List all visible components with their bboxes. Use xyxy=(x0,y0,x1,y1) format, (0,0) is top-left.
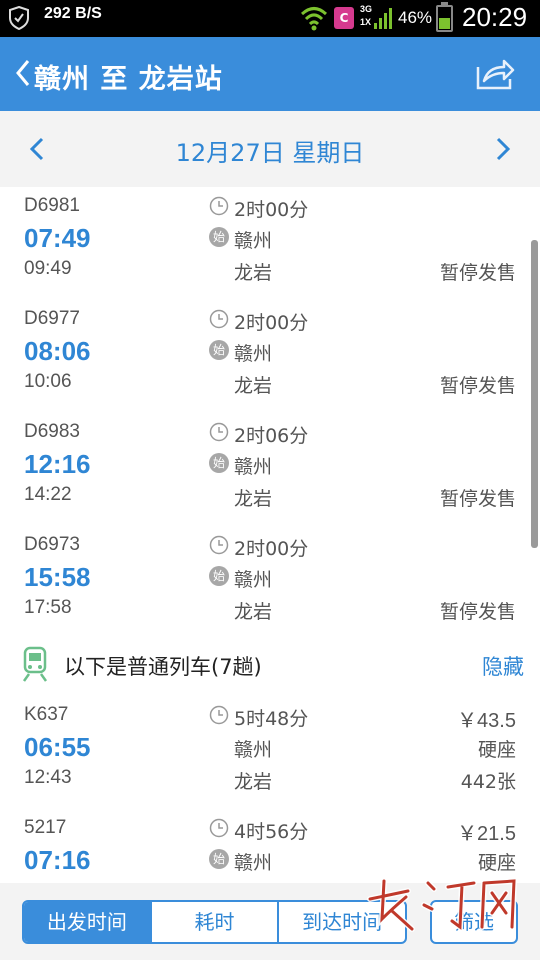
train-number: D6973 xyxy=(24,534,80,555)
signal-bars-icon xyxy=(374,8,392,29)
duration: 2时00分 xyxy=(234,312,309,334)
to-station: 龙岩 xyxy=(234,771,273,793)
hide-regular-trains-link[interactable]: 隐藏 xyxy=(482,651,524,681)
train-icon xyxy=(22,646,48,682)
origin-station-badge: 始 xyxy=(209,340,229,360)
origin-station-badge: 始 xyxy=(209,227,229,247)
train-number: D6983 xyxy=(24,421,80,442)
battery-percent: 46% xyxy=(398,8,433,27)
clock-icon xyxy=(209,309,229,329)
next-day-chevron-icon[interactable] xyxy=(490,135,514,163)
duration: 2时00分 xyxy=(234,199,309,221)
carrier-badge: C xyxy=(334,7,354,29)
depart-time: 07:16 xyxy=(24,845,91,875)
sort-tab-duration[interactable]: 耗时 xyxy=(149,902,278,942)
from-station: 赣州 xyxy=(234,569,273,591)
to-station: 龙岩 xyxy=(234,262,273,284)
duration: 5时48分 xyxy=(234,708,309,730)
from-station: 赣州 xyxy=(234,230,273,252)
origin-station-badge: 始 xyxy=(209,849,229,869)
sort-tab-depart-time[interactable]: 出发时间 xyxy=(24,902,150,942)
train-list[interactable]: D6981 07:49 09:49 2时00分 始 赣州 龙岩 暂停发售 D69… xyxy=(0,187,540,883)
to-station: 龙岩 xyxy=(234,375,273,397)
arrive-time: 12:43 xyxy=(24,767,72,788)
page-title: 赣州 至 龙岩站 xyxy=(34,64,223,95)
train-number: K637 xyxy=(24,704,69,725)
ticket-price: ￥21.5 xyxy=(457,823,516,845)
status-bar: 292 B/S C 3G 1X 46% 20:29 xyxy=(0,0,540,37)
clock: 20:29 xyxy=(462,2,528,32)
clock-icon xyxy=(209,422,229,442)
train-row[interactable]: D6977 08:06 10:06 2时00分 始 赣州 龙岩 暂停发售 xyxy=(0,300,540,413)
arrive-time: 10:06 xyxy=(24,371,72,392)
train-row[interactable]: K637 06:55 12:43 5时48分 赣州 龙岩 ￥43.5 硬座 44… xyxy=(0,696,540,809)
arrive-time: 17:58 xyxy=(24,597,72,618)
duration: 2时00分 xyxy=(234,538,309,560)
network-type-3g: 3G xyxy=(360,4,373,14)
network-speed: 292 B/S xyxy=(44,5,102,22)
regular-trains-label: 以下是普通列车(7趟) xyxy=(64,655,262,679)
from-station: 赣州 xyxy=(234,456,273,478)
clock-icon xyxy=(209,818,229,838)
seat-type: 硬座 xyxy=(477,739,516,761)
regular-trains-header: 以下是普通列车(7趟) 隐藏 xyxy=(0,634,540,696)
duration: 2时06分 xyxy=(234,425,309,447)
ticket-status: 暂停发售 xyxy=(439,375,516,397)
from-station: 赣州 xyxy=(234,852,273,874)
clock-icon xyxy=(209,196,229,216)
train-number: D6977 xyxy=(24,308,80,329)
origin-station-badge: 始 xyxy=(209,453,229,473)
train-number: D6981 xyxy=(24,195,80,216)
list-scrollbar[interactable] xyxy=(531,240,538,548)
depart-time: 08:06 xyxy=(24,336,91,366)
origin-station-badge: 始 xyxy=(209,566,229,586)
app-bar: 赣州 至 龙岩站 xyxy=(0,37,540,111)
depart-time: 12:16 xyxy=(24,449,91,479)
train-row[interactable]: D6981 07:49 09:49 2时00分 始 赣州 龙岩 暂停发售 xyxy=(0,187,540,300)
to-station: 龙岩 xyxy=(234,488,273,510)
ticket-status: 442张 xyxy=(460,771,516,793)
depart-time: 06:55 xyxy=(24,732,91,762)
battery-fill xyxy=(439,18,450,29)
wifi-icon xyxy=(300,7,328,31)
ticket-status: 暂停发售 xyxy=(439,488,516,510)
depart-time: 07:49 xyxy=(24,223,91,253)
train-row[interactable]: D6983 12:16 14:22 2时06分 始 赣州 龙岩 暂停发售 xyxy=(0,413,540,526)
ticket-price: ￥43.5 xyxy=(457,710,516,732)
arrive-time: 09:49 xyxy=(24,258,72,279)
train-row[interactable]: D6973 15:58 17:58 2时00分 始 赣州 龙岩 暂停发售 xyxy=(0,526,540,639)
arrive-time: 14:22 xyxy=(24,484,72,505)
to-station: 龙岩 xyxy=(234,601,273,623)
current-date[interactable]: 12月27日 星期日 xyxy=(0,133,540,168)
battery-icon xyxy=(436,2,453,32)
depart-time: 15:58 xyxy=(24,562,91,592)
date-navigator: 12月27日 星期日 xyxy=(0,111,540,187)
signal-indicator: 3G 1X xyxy=(360,4,394,32)
train-number: 5217 xyxy=(24,817,67,838)
clock-icon xyxy=(209,535,229,555)
duration: 4时56分 xyxy=(234,821,309,843)
share-icon[interactable] xyxy=(474,57,516,91)
from-station: 赣州 xyxy=(234,739,273,761)
clock-icon xyxy=(209,705,229,725)
ticket-status: 暂停发售 xyxy=(439,262,516,284)
sort-segmented-control: 出发时间 耗时 到达时间 xyxy=(22,900,407,944)
shield-icon xyxy=(9,6,29,30)
ticket-status: 暂停发售 xyxy=(439,601,516,623)
network-type-1x: 1X xyxy=(360,17,372,27)
from-station: 赣州 xyxy=(234,343,273,365)
watermark-logo xyxy=(367,877,518,933)
